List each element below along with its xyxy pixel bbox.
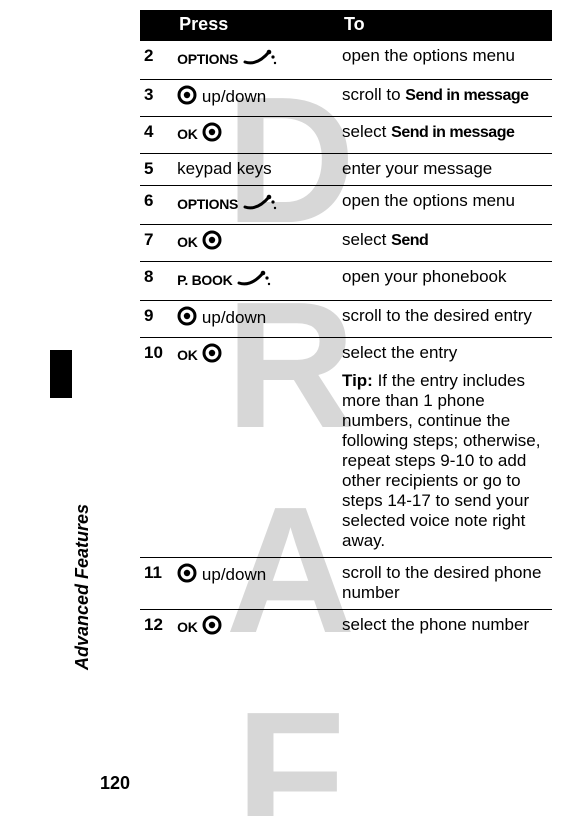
side-tab-marker-top (50, 350, 72, 398)
to-bold-text: Send (391, 232, 428, 249)
to-bold-text: Send in message (405, 87, 528, 104)
nav-key-icon (202, 122, 222, 147)
step-number: 3 (140, 80, 173, 117)
table-row: 9 up/down scroll to the desired entry (140, 301, 552, 338)
side-section-label: Advanced Features (72, 504, 93, 670)
softkey-label: OPTIONS (177, 51, 238, 67)
press-cell: OK (173, 610, 338, 647)
table-row: 10OK select the entry Tip: If the entry i… (140, 338, 552, 558)
ok-label: OK (177, 347, 197, 363)
step-number: 10 (140, 338, 173, 558)
to-text: select the phone number (342, 615, 529, 634)
press-cell: OPTIONS (173, 41, 338, 80)
press-cell: OK (173, 338, 338, 558)
to-text: open your phonebook (342, 267, 506, 286)
step-number: 6 (140, 186, 173, 225)
step-number: 7 (140, 225, 173, 262)
to-text: select (342, 230, 391, 249)
step-number: 4 (140, 117, 173, 154)
to-text: open the options menu (342, 46, 515, 65)
header-press: Press (173, 10, 338, 41)
to-cell: enter your message (338, 154, 552, 186)
softkey-label: P. BOOK (177, 272, 232, 288)
table-row: 6OPTIONS open the options menu (140, 186, 552, 225)
press-cell: OK (173, 225, 338, 262)
page-content: Advanced Features 120 Press To 2OPTIONS … (0, 0, 580, 816)
table-row: 12OK select the phone number (140, 610, 552, 647)
page-number: 120 (100, 773, 130, 794)
press-cell: P. BOOK (173, 262, 338, 301)
nav-key-icon (177, 563, 197, 588)
to-cell: select the phone number (338, 610, 552, 647)
press-cell: up/down (173, 80, 338, 117)
to-cell: open your phonebook (338, 262, 552, 301)
softkey-icon (243, 191, 279, 218)
step-number: 9 (140, 301, 173, 338)
tip-text: If the entry includes more than 1 phone … (342, 371, 540, 550)
to-text: scroll to (342, 85, 405, 104)
press-cell: keypad keys (173, 154, 338, 186)
to-cell: select Send in message (338, 117, 552, 154)
to-cell: open the options menu (338, 41, 552, 80)
to-cell: scroll to Send in message (338, 80, 552, 117)
to-cell: select the entry Tip: If the entry includ… (338, 338, 552, 558)
ok-label: OK (177, 234, 197, 250)
table-row: 2OPTIONS open the options menu (140, 41, 552, 80)
to-text: scroll to the desired phone number (342, 563, 541, 602)
press-cell: up/down (173, 558, 338, 610)
to-cell: select Send (338, 225, 552, 262)
header-blank (140, 10, 173, 41)
step-number: 11 (140, 558, 173, 610)
nav-key-icon (202, 343, 222, 368)
step-number: 5 (140, 154, 173, 186)
steps-table: Press To 2OPTIONS open the options menu3… (140, 10, 552, 646)
tip-block: Tip: If the entry includes more than 1 p… (342, 371, 548, 551)
step-number: 8 (140, 262, 173, 301)
table-row: 3 up/down scroll to Send in message (140, 80, 552, 117)
to-cell: scroll to the desired entry (338, 301, 552, 338)
to-text: scroll to the desired entry (342, 306, 532, 325)
nav-direction-label: up/down (202, 87, 266, 106)
nav-key-icon (177, 306, 197, 331)
nav-direction-label: up/down (202, 565, 266, 584)
tip-label: Tip: (342, 371, 373, 390)
press-cell: OPTIONS (173, 186, 338, 225)
softkey-icon (237, 267, 273, 294)
to-bold-text: Send in message (391, 124, 514, 141)
softkey-icon (243, 46, 279, 73)
to-text: open the options menu (342, 191, 515, 210)
ok-label: OK (177, 126, 197, 142)
table-row: 8P. BOOK open your phonebook (140, 262, 552, 301)
table-row: 11 up/down scroll to the desired phone nu… (140, 558, 552, 610)
to-cell: scroll to the desired phone number (338, 558, 552, 610)
table-row: 5keypad keys enter your message (140, 154, 552, 186)
press-cell: up/down (173, 301, 338, 338)
nav-key-icon (202, 230, 222, 255)
nav-direction-label: up/down (202, 308, 266, 327)
step-number: 12 (140, 610, 173, 647)
press-cell: OK (173, 117, 338, 154)
to-text: select the entry (342, 343, 457, 362)
header-to: To (338, 10, 552, 41)
nav-key-icon (202, 615, 222, 640)
press-plain-label: keypad keys (177, 159, 272, 178)
to-text: select (342, 122, 391, 141)
to-cell: open the options menu (338, 186, 552, 225)
step-number: 2 (140, 41, 173, 80)
nav-key-icon (177, 85, 197, 110)
to-text: enter your message (342, 159, 492, 178)
ok-label: OK (177, 619, 197, 635)
softkey-label: OPTIONS (177, 196, 238, 212)
table-row: 7OK select Send (140, 225, 552, 262)
side-tab: Advanced Features (30, 350, 88, 680)
table-row: 4OK select Send in message (140, 117, 552, 154)
